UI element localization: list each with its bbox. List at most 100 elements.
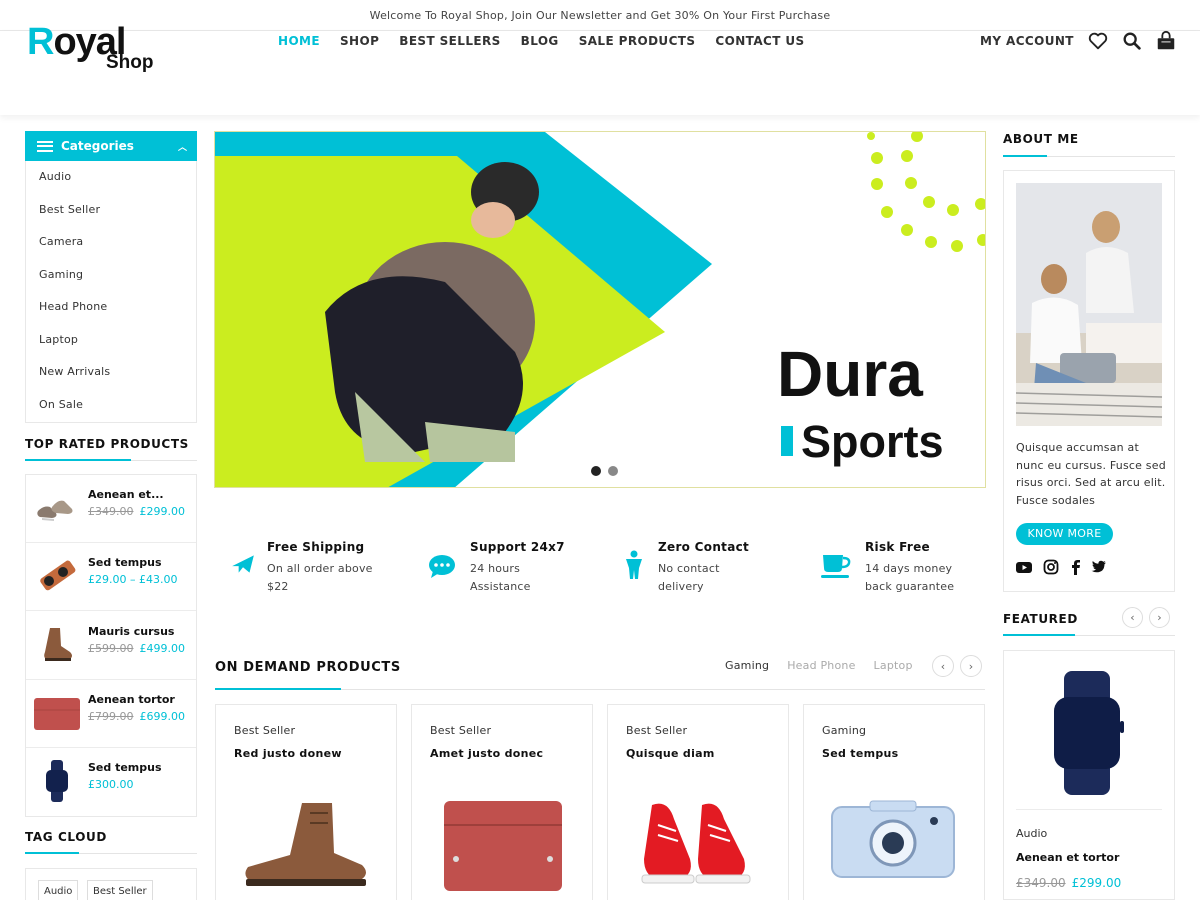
product-name: Sed tempus — [88, 761, 162, 774]
product-price: £799.00 £699.00 — [88, 710, 185, 723]
product-category: Best Seller — [430, 724, 492, 737]
product-name: Quisque diam — [626, 747, 715, 760]
tab-head-phone[interactable]: Head Phone — [787, 659, 855, 672]
cup-icon — [821, 555, 851, 578]
category-item[interactable]: Laptop — [26, 324, 196, 357]
my-account-link[interactable]: MY ACCOUNT — [980, 34, 1074, 48]
product-price: £29.00 – £43.00 — [88, 573, 178, 586]
tab-gaming[interactable]: Gaming — [725, 659, 769, 672]
slider-dot-active[interactable] — [591, 466, 601, 476]
top-rated-list: Aenean et... £349.00 £299.00 Sed tempus £… — [25, 474, 197, 817]
nav-blog[interactable]: BLOG — [521, 34, 559, 48]
feature-title: Zero Contact — [658, 540, 750, 554]
list-item[interactable]: Aenean tortor £799.00 £699.00 — [26, 680, 196, 748]
divider — [1016, 809, 1162, 810]
chevron-right-icon: › — [1157, 611, 1162, 624]
about-card: Quisque accumsan at nunc eu cursus. Fusc… — [1003, 170, 1175, 592]
product-name: Mauris cursus — [88, 625, 175, 638]
product-price: £599.00 £499.00 — [88, 642, 185, 655]
decor-dot — [977, 234, 985, 246]
product-image — [831, 800, 955, 878]
feature-support: Support 24x7 24 hours Assistance — [470, 540, 565, 596]
next-button[interactable]: › — [960, 655, 982, 677]
product-image — [245, 803, 366, 886]
product-category: Best Seller — [626, 724, 688, 737]
facebook-icon[interactable] — [1068, 559, 1084, 575]
site-logo[interactable]: Royal Shop — [27, 22, 167, 78]
twitter-icon[interactable] — [1091, 559, 1107, 575]
product-image — [1054, 671, 1124, 795]
feature-title: Risk Free — [865, 540, 930, 554]
on-demand-title: ON DEMAND PRODUCTS — [215, 660, 401, 675]
tag-cloud-title: TAG CLOUD — [25, 830, 107, 844]
person-icon — [626, 550, 642, 579]
tag-link[interactable]: Best Seller — [87, 880, 153, 900]
category-item[interactable]: New Arrivals — [26, 356, 196, 389]
product-name: Sed tempus — [88, 556, 162, 569]
tab-laptop[interactable]: Laptop — [874, 659, 913, 672]
category-item[interactable]: On Sale — [26, 389, 196, 422]
categories-list: Audio Best Seller Camera Gaming Head Pho… — [25, 161, 197, 423]
product-category: Audio — [1016, 827, 1048, 840]
product-price: £300.00 — [88, 778, 134, 791]
list-item[interactable]: Aenean et... £349.00 £299.00 — [26, 475, 196, 543]
hero-subheadline: Sports — [801, 416, 944, 467]
decor-dot — [947, 204, 959, 216]
section-underline — [25, 852, 79, 854]
nav-sale-products[interactable]: SALE PRODUCTS — [579, 34, 696, 48]
chevron-up-icon: ︿ — [177, 143, 187, 153]
product-thumbnail — [34, 698, 80, 730]
nav-best-sellers[interactable]: BEST SELLERS — [399, 34, 500, 48]
product-card[interactable]: Gaming Sed tempus — [803, 704, 985, 900]
hero-accent-bar — [781, 426, 793, 456]
decor-dot — [871, 178, 883, 190]
category-item[interactable]: Best Seller — [26, 194, 196, 227]
product-card[interactable]: Best Seller Red justo donew — [215, 704, 397, 900]
product-tabs: Gaming Head Phone Laptop — [725, 659, 913, 672]
search-icon[interactable] — [1121, 30, 1143, 52]
top-rated-title: TOP RATED PRODUCTS — [25, 437, 189, 451]
product-card[interactable]: Best Seller Quisque diam — [607, 704, 789, 900]
category-item[interactable]: Head Phone — [26, 291, 196, 324]
nav-shop[interactable]: SHOP — [340, 34, 379, 48]
category-item[interactable]: Camera — [26, 226, 196, 259]
slider-dot[interactable] — [608, 466, 618, 476]
product-name: Aenean et tortor — [1016, 851, 1120, 864]
hero-slider[interactable]: Dura Sports — [214, 131, 986, 488]
featured-prev-button[interactable]: ‹ — [1122, 607, 1143, 628]
product-thumbnail — [44, 628, 72, 661]
list-item[interactable]: Sed tempus £29.00 – £43.00 — [26, 543, 196, 611]
product-price: £349.00 £299.00 — [88, 505, 185, 518]
decor-dot — [871, 152, 883, 164]
categories-toggle[interactable]: Categories ︿ — [25, 131, 197, 161]
chevron-left-icon: ‹ — [940, 659, 946, 673]
section-underline — [1003, 634, 1075, 636]
categories-title: Categories — [61, 139, 134, 153]
chevron-right-icon: › — [968, 659, 974, 673]
product-card[interactable]: Best Seller Amet justo donec — [411, 704, 593, 900]
know-more-button[interactable]: KNOW MORE — [1016, 523, 1113, 545]
instagram-icon[interactable] — [1043, 559, 1059, 575]
product-image — [444, 801, 562, 891]
nav-contact-us[interactable]: CONTACT US — [715, 34, 804, 48]
feature-zero-contact: Zero Contact No contact delivery — [658, 540, 749, 596]
product-thumbnail — [40, 560, 76, 591]
heart-icon[interactable] — [1087, 30, 1109, 52]
tag-link[interactable]: Audio — [38, 880, 79, 900]
featured-next-button[interactable]: › — [1149, 607, 1170, 628]
feature-title: Free Shipping — [267, 540, 365, 554]
category-item[interactable]: Audio — [26, 161, 196, 194]
cart-icon[interactable] — [1155, 30, 1177, 52]
list-item[interactable]: Sed tempus £300.00 — [26, 748, 196, 816]
product-name: Amet justo donec — [430, 747, 544, 760]
category-item[interactable]: Gaming — [26, 259, 196, 292]
about-text: Quisque accumsan at nunc eu cursus. Fusc… — [1016, 441, 1166, 507]
youtube-icon[interactable] — [1016, 559, 1032, 575]
decor-dot — [923, 196, 935, 208]
nav-home[interactable]: HOME — [278, 34, 320, 48]
feature-free-shipping: Free Shipping On all order above $22 — [267, 540, 373, 596]
prev-button[interactable]: ‹ — [932, 655, 954, 677]
list-item[interactable]: Mauris cursus £599.00 £499.00 — [26, 612, 196, 680]
featured-product-card[interactable]: Audio Aenean et tortor £349.00 £299.00 — [1003, 650, 1175, 900]
product-name: Aenean tortor — [88, 693, 175, 706]
